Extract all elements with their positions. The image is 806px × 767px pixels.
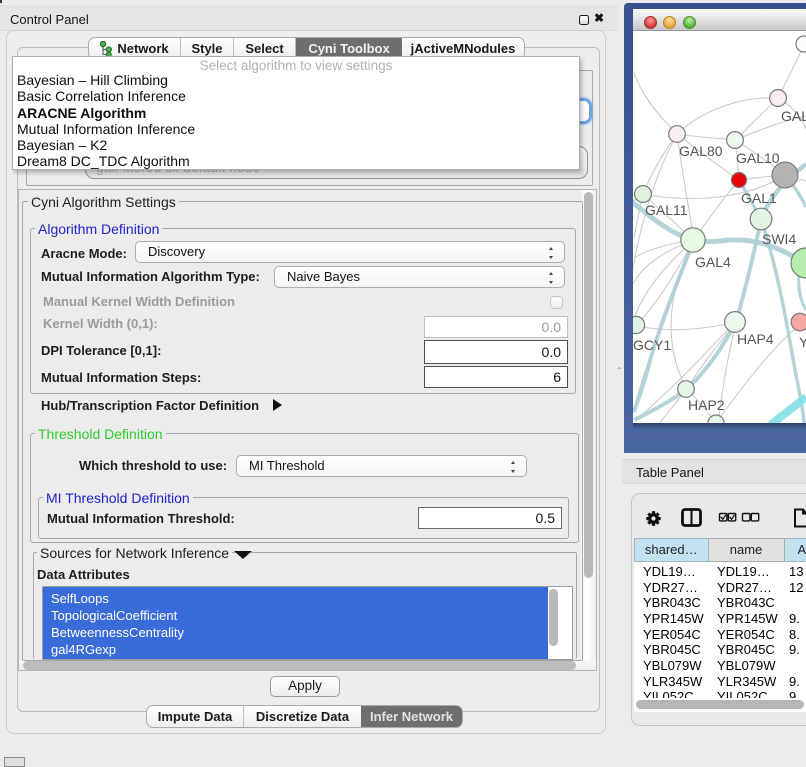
svg-text:GAL1: GAL1 (741, 190, 777, 206)
svg-text:Y: Y (799, 334, 806, 350)
svg-text:SWI4: SWI4 (762, 231, 796, 247)
svg-text:GCY1: GCY1 (633, 337, 671, 353)
svg-text:GAL4: GAL4 (695, 254, 731, 270)
svg-text:GAL: GAL (781, 108, 806, 124)
svg-text:HAP4: HAP4 (737, 331, 774, 347)
svg-text:GAL10: GAL10 (736, 150, 780, 166)
svg-text:GAL11: GAL11 (645, 202, 688, 218)
svg-text:HAP2: HAP2 (688, 397, 725, 413)
svg-text:GAL80: GAL80 (679, 143, 723, 159)
